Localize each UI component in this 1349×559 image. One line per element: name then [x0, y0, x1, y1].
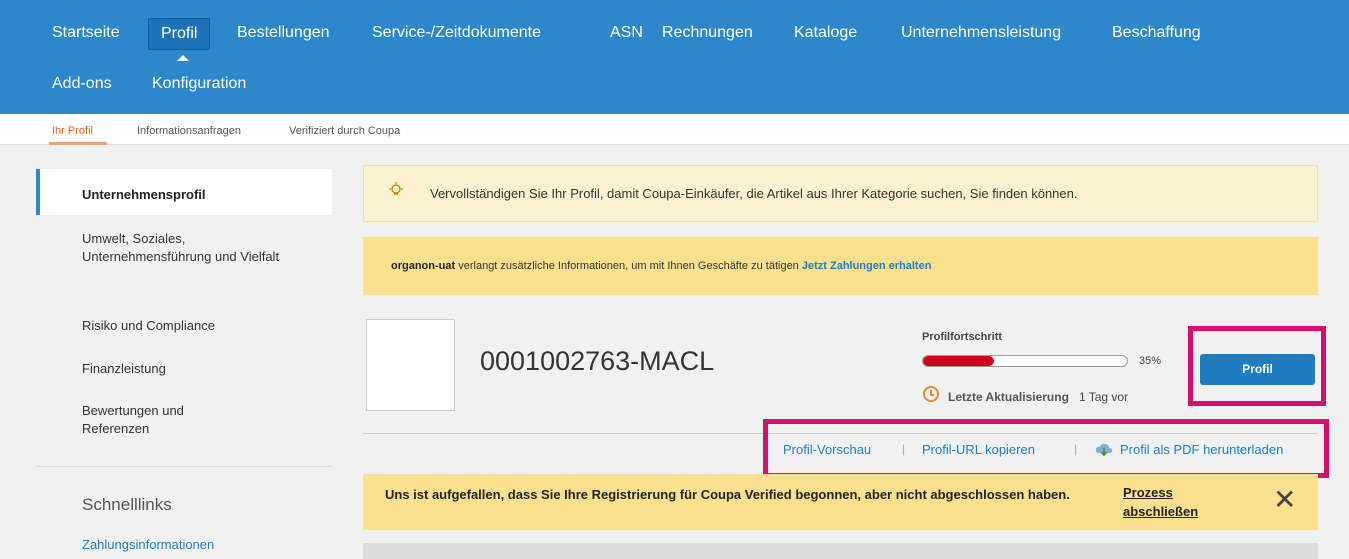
sidebar-active-indicator	[36, 169, 40, 215]
progress-label: Profilfortschritt	[922, 331, 1003, 343]
subnav-verifiziert[interactable]: Verifiziert durch Coupa	[289, 125, 400, 137]
nav-bestellungen[interactable]: Bestellungen	[237, 23, 330, 43]
nav-asn[interactable]: ASN	[610, 23, 643, 43]
profile-tip-banner: Vervollständigen Sie Ihr Profil, damit C…	[363, 165, 1318, 222]
subnav-ihr-profil[interactable]: Ihr Profil	[52, 125, 93, 137]
nav-beschaffung[interactable]: Beschaffung	[1112, 23, 1201, 43]
nav-add-ons[interactable]: Add-ons	[52, 74, 112, 94]
sidebar-item-bewertungen[interactable]: Bewertungen und Referenzen	[82, 402, 242, 438]
nav-unternehmensleistung[interactable]: Unternehmensleistung	[901, 23, 1061, 43]
sidebar-item-unternehmensprofil[interactable]: Unternehmensprofil	[82, 186, 312, 204]
last-updated: Letzte Aktualisierung 1 Tag vor	[948, 390, 1128, 404]
link-separator: |	[1074, 442, 1078, 456]
sidebar-item-finanzleistung[interactable]: Finanzleistung	[82, 360, 312, 378]
content-placeholder	[363, 543, 1318, 559]
sidebar-item-umwelt[interactable]: Umwelt, Soziales, Unternehmensführung un…	[82, 230, 312, 266]
active-caret-icon	[177, 55, 189, 61]
request-text: organon-uat verlangt zusätzliche Informa…	[391, 260, 931, 272]
last-updated-label: Letzte Aktualisierung	[948, 390, 1069, 404]
progress-bar-fill	[923, 356, 995, 366]
info-request-banner: organon-uat verlangt zusätzliche Informa…	[363, 237, 1318, 295]
nav-konfiguration[interactable]: Konfiguration	[152, 74, 246, 94]
request-customer: organon-uat	[391, 260, 456, 272]
quicklink-zahlungsinformationen[interactable]: Zahlungsinformationen	[82, 536, 312, 554]
quicklinks-title: Schnelllinks	[82, 495, 172, 514]
copy-profile-url-link[interactable]: Profil-URL kopieren	[922, 442, 1035, 457]
sub-navigation: Ihr Profil Informationsanfragen Verifizi…	[0, 114, 1349, 145]
sidebar-item-risiko[interactable]: Risiko und Compliance	[82, 317, 312, 335]
close-icon[interactable]: ✕	[1273, 486, 1296, 514]
clock-icon	[923, 386, 939, 402]
nav-startseite[interactable]: Startseite	[52, 23, 120, 43]
nav-profil[interactable]: Profil	[148, 18, 211, 50]
progress-bar	[922, 355, 1128, 367]
link-separator: |	[902, 442, 906, 456]
coupa-verified-banner: Uns ist aufgefallen, dass Sie Ihre Regis…	[363, 474, 1318, 530]
company-name: 0001002763-MACL	[480, 346, 715, 376]
cloud-download-icon	[1095, 443, 1113, 457]
profile-button[interactable]: Profil	[1200, 354, 1315, 385]
tip-text: Vervollständigen Sie Ihr Profil, damit C…	[430, 186, 1078, 201]
download-pdf-link[interactable]: Profil als PDF herunterladen	[1120, 442, 1283, 457]
nav-service-zeitdokumente[interactable]: Service-/Zeitdokumente	[372, 23, 541, 43]
lightbulb-icon	[388, 182, 404, 203]
nav-rechnungen[interactable]: Rechnungen	[662, 23, 753, 43]
profile-preview-link[interactable]: Profil-Vorschau	[783, 442, 871, 457]
progress-percent: 35%	[1139, 355, 1162, 367]
request-message: verlangt zusätzliche Informationen, um m…	[455, 260, 802, 272]
nav-kataloge[interactable]: Kataloge	[794, 23, 857, 43]
subnav-informationsanfragen[interactable]: Informationsanfragen	[137, 125, 241, 137]
verified-text: Uns ist aufgefallen, dass Sie Ihre Regis…	[385, 487, 1070, 502]
sidebar-divider	[36, 466, 332, 467]
get-paid-link[interactable]: Jetzt Zahlungen erhalten	[802, 260, 932, 272]
last-updated-value: 1 Tag vor	[1078, 390, 1129, 404]
top-navigation: Startseite Profil Bestellungen Service-/…	[0, 0, 1349, 114]
complete-process-link[interactable]: Prozess abschließen	[1123, 483, 1233, 521]
company-logo-placeholder[interactable]	[366, 319, 455, 411]
